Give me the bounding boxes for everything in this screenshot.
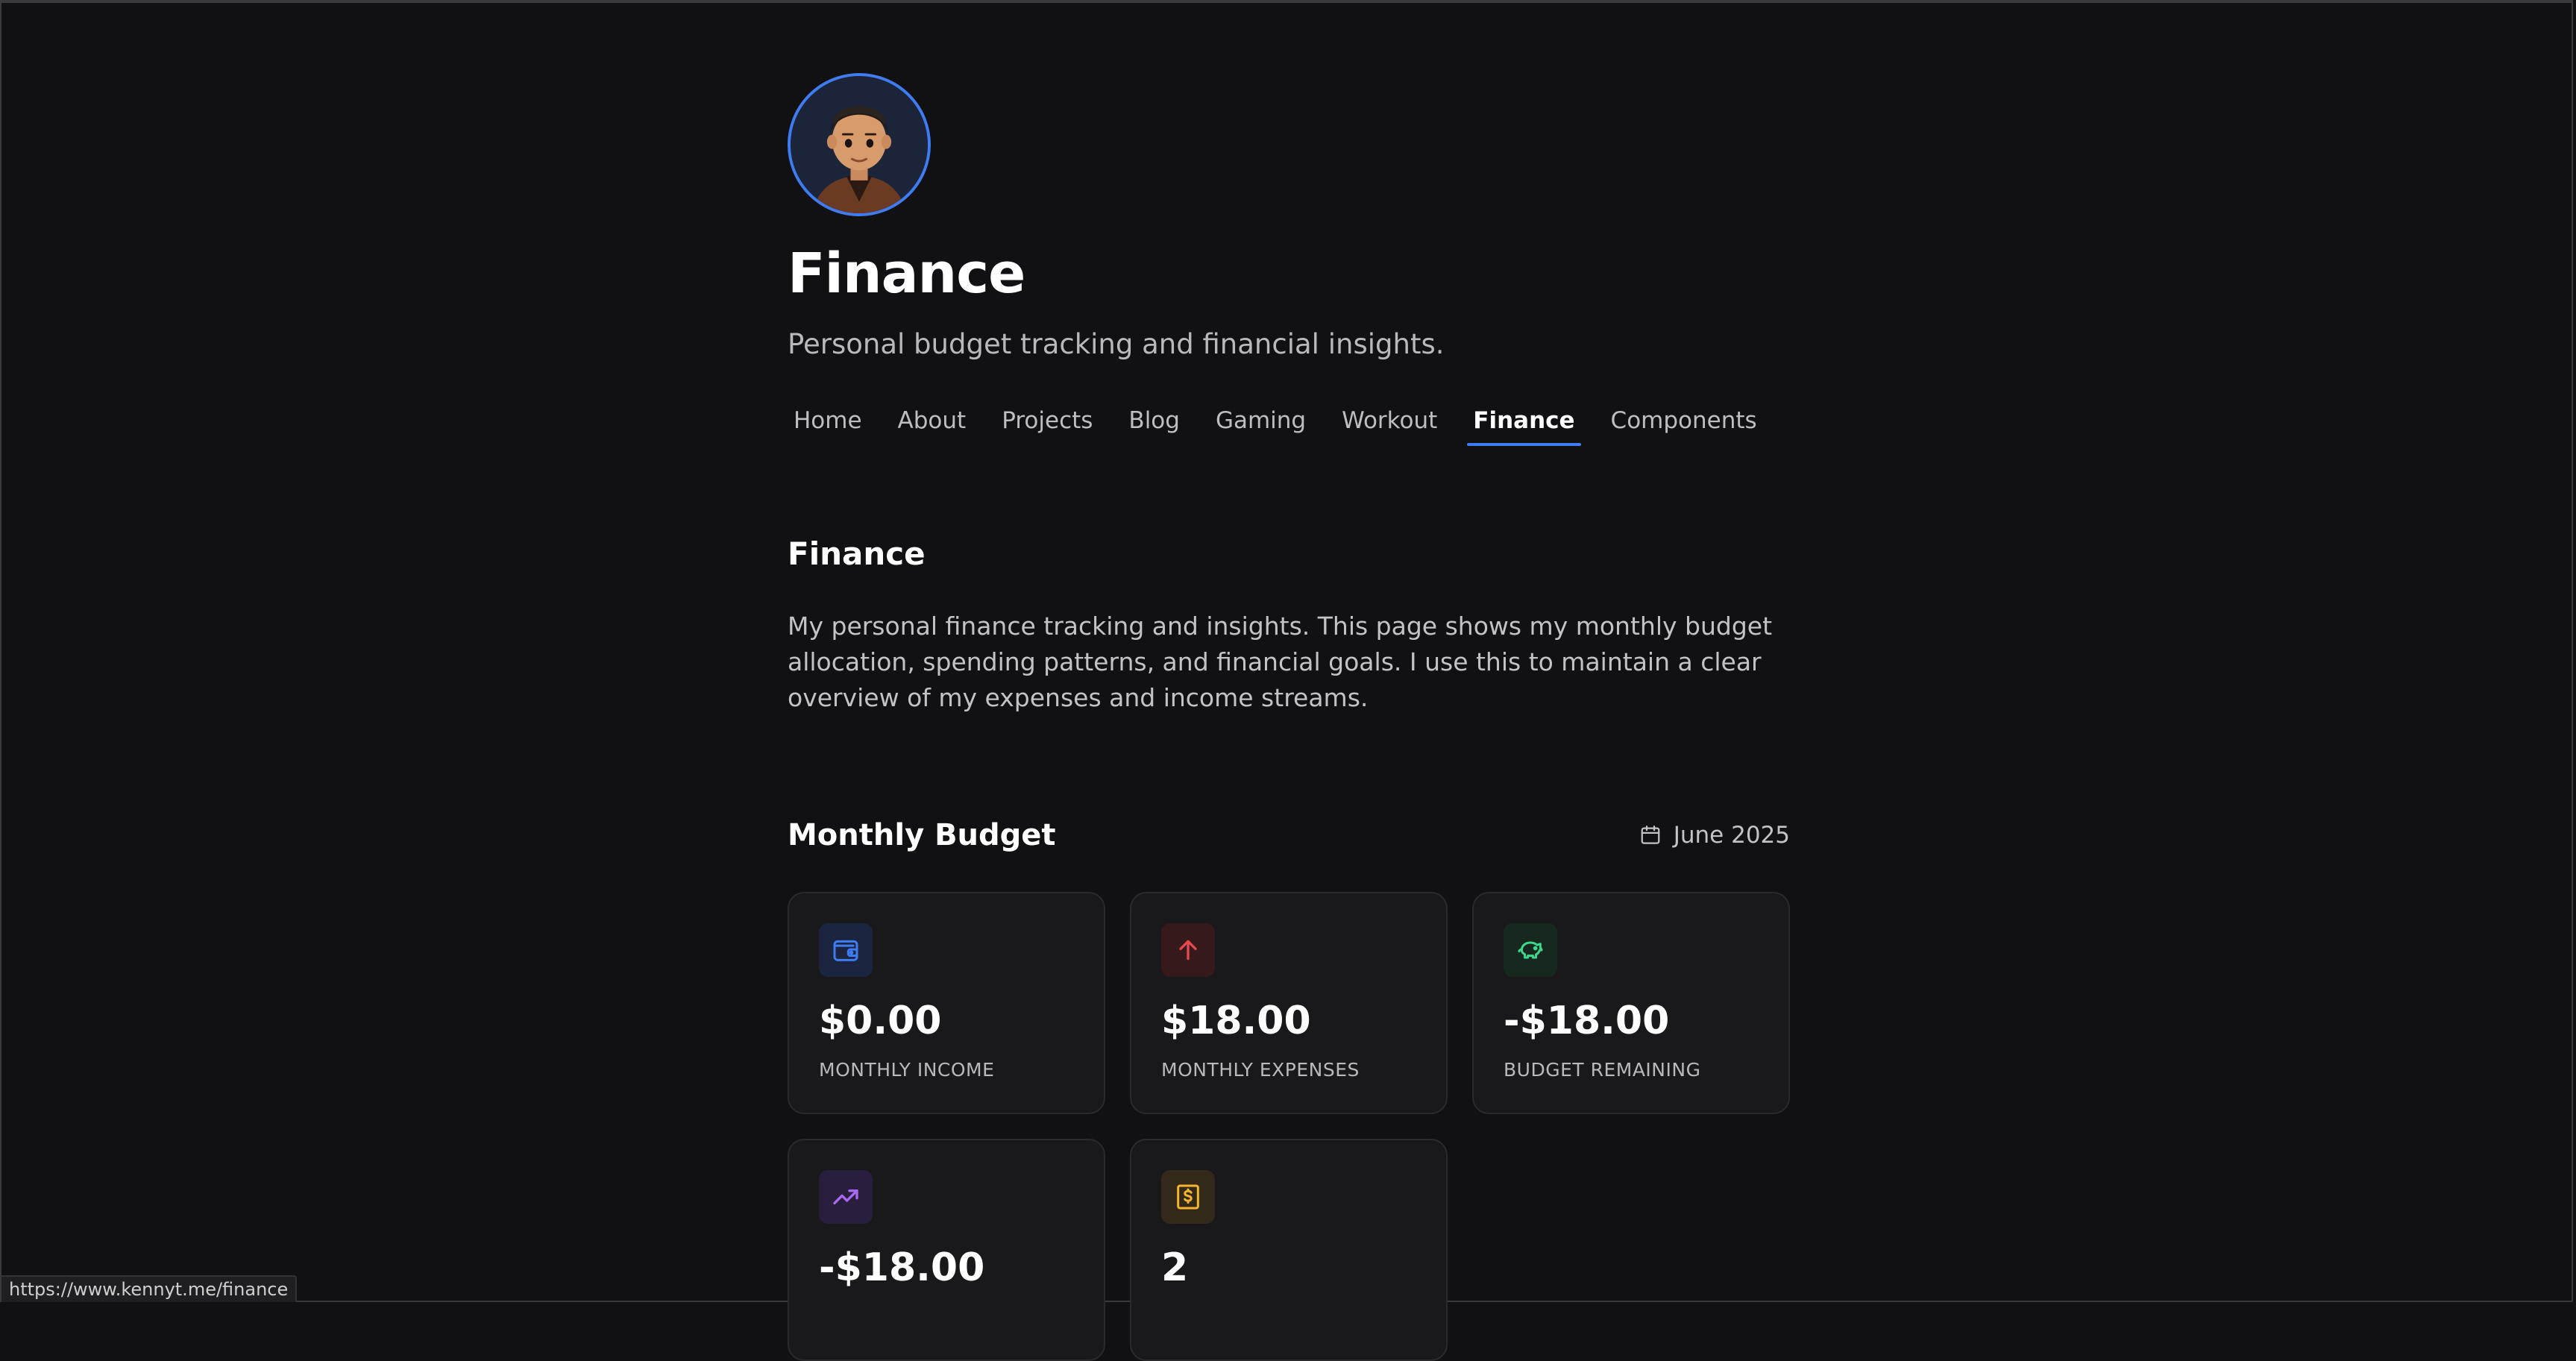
arrow-up-icon (1161, 923, 1215, 977)
nav-item-home[interactable]: Home (788, 400, 868, 441)
main-nav: Home About Projects Blog Gaming Workout … (788, 400, 1787, 447)
card-label: MONTHLY INCOME (819, 1059, 994, 1081)
card-value: 2 (1161, 1245, 1188, 1291)
budget-header: Monthly Budget June 2025 (788, 814, 1790, 856)
card-value: $0.00 (819, 998, 941, 1044)
nav-item-about[interactable]: About (892, 400, 973, 441)
piggy-bank-icon (1504, 923, 1557, 977)
nav-item-workout[interactable]: Workout (1336, 400, 1443, 441)
page-title: Finance (788, 246, 1025, 301)
card-label: BUDGET REMAINING (1504, 1059, 1700, 1081)
receipt-icon (1161, 1170, 1215, 1224)
avatar-image (791, 76, 928, 213)
status-bar-url: https://www.kennyt.me/finance (1, 1275, 297, 1302)
calendar-icon (1639, 824, 1662, 846)
card-label: MONTHLY EXPENSES (1161, 1059, 1360, 1081)
page-subtitle: Personal budget tracking and financial i… (788, 328, 1444, 360)
nav-item-components[interactable]: Components (1605, 400, 1763, 441)
card-value: -$18.00 (819, 1245, 984, 1291)
section-title: Finance (788, 535, 926, 572)
card-value: -$18.00 (1504, 998, 1669, 1044)
avatar (788, 73, 931, 216)
month-label: June 2025 (1674, 822, 1790, 849)
nav-item-finance[interactable]: Finance (1467, 400, 1580, 441)
nav-item-blog[interactable]: Blog (1122, 400, 1186, 441)
card-budget-remaining: -$18.00 BUDGET REMAINING (1472, 892, 1790, 1114)
trending-up-icon (819, 1170, 873, 1224)
nav-item-projects[interactable]: Projects (996, 400, 1099, 441)
wallet-icon (819, 923, 873, 977)
card-monthly-expenses: $18.00 MONTHLY EXPENSES (1130, 892, 1448, 1114)
intro-paragraph: My personal finance tracking and insight… (788, 609, 1790, 716)
card-monthly-income: $0.00 MONTHLY INCOME (788, 892, 1105, 1114)
nav-item-gaming[interactable]: Gaming (1210, 400, 1312, 441)
budget-cards: $0.00 MONTHLY INCOME $18.00 MONTHLY EXPE… (788, 892, 1790, 1361)
budget-title: Monthly Budget (788, 814, 1056, 856)
card-count: 2 (1130, 1139, 1448, 1361)
month-selector[interactable]: June 2025 (1639, 814, 1790, 856)
card-value: $18.00 (1161, 998, 1311, 1044)
card-savings: -$18.00 (788, 1139, 1105, 1361)
